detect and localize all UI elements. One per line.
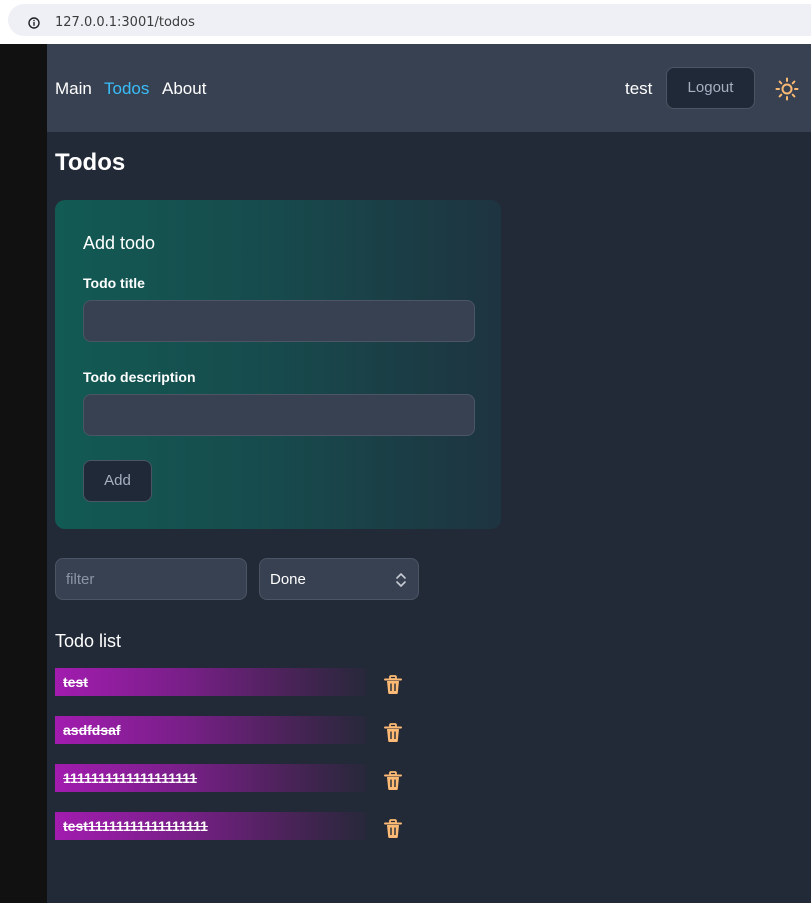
todo-item: asdfdsaf <box>55 716 415 744</box>
todo-item-bar[interactable]: 1111111111111111111 <box>55 764 367 792</box>
todo-item: 1111111111111111111 <box>55 764 415 792</box>
todo-item-title: test11111111111111111 <box>63 818 208 834</box>
todo-item-title: asdfdsaf <box>63 722 121 738</box>
page-title: Todos <box>55 149 126 176</box>
todo-item: test <box>55 668 415 696</box>
nav-link-main[interactable]: Main <box>55 79 92 99</box>
todo-description-label: Todo description <box>83 369 196 385</box>
info-icon[interactable] <box>28 17 40 29</box>
todo-description-input[interactable] <box>83 394 475 436</box>
nav-link-todos[interactable]: Todos <box>104 79 149 99</box>
username-label: test <box>625 79 653 98</box>
url-field[interactable]: 127.0.0.1:3001/todos <box>8 4 811 36</box>
filter-input[interactable] <box>55 558 247 600</box>
todo-item-title: 1111111111111111111 <box>63 770 198 786</box>
todo-title-input[interactable] <box>83 300 475 342</box>
status-select[interactable]: Done <box>259 558 419 600</box>
todo-title-label: Todo title <box>83 275 145 291</box>
todo-item-bar[interactable]: test11111111111111111 <box>55 812 367 840</box>
trash-icon[interactable] <box>384 723 402 743</box>
todo-item-bar[interactable]: asdfdsaf <box>55 716 367 744</box>
todo-list-heading: Todo list <box>55 631 122 651</box>
app-root: Main Todos About test Logout Todos Add t… <box>47 44 811 903</box>
sun-icon[interactable] <box>775 77 799 101</box>
browser-address-bar: 127.0.0.1:3001/todos <box>0 0 811 44</box>
add-todo-heading: Add todo <box>83 233 156 253</box>
top-navbar: Main Todos About test Logout <box>47 44 811 132</box>
todo-item: test11111111111111111 <box>55 812 415 840</box>
trash-icon[interactable] <box>384 819 402 839</box>
chevron-up-down-icon <box>396 573 406 587</box>
add-button[interactable]: Add <box>83 460 152 502</box>
url-text: 127.0.0.1:3001/todos <box>55 15 195 30</box>
todo-item-title: test <box>63 674 88 690</box>
add-todo-card: Add todo Todo title Todo description Add <box>55 200 501 529</box>
logout-button[interactable]: Logout <box>666 67 755 109</box>
nav-link-about[interactable]: About <box>162 79 206 99</box>
todo-item-bar[interactable]: test <box>55 668 367 696</box>
trash-icon[interactable] <box>384 675 402 695</box>
left-panel <box>0 44 47 903</box>
status-select-value: Done <box>270 571 306 588</box>
trash-icon[interactable] <box>384 771 402 791</box>
